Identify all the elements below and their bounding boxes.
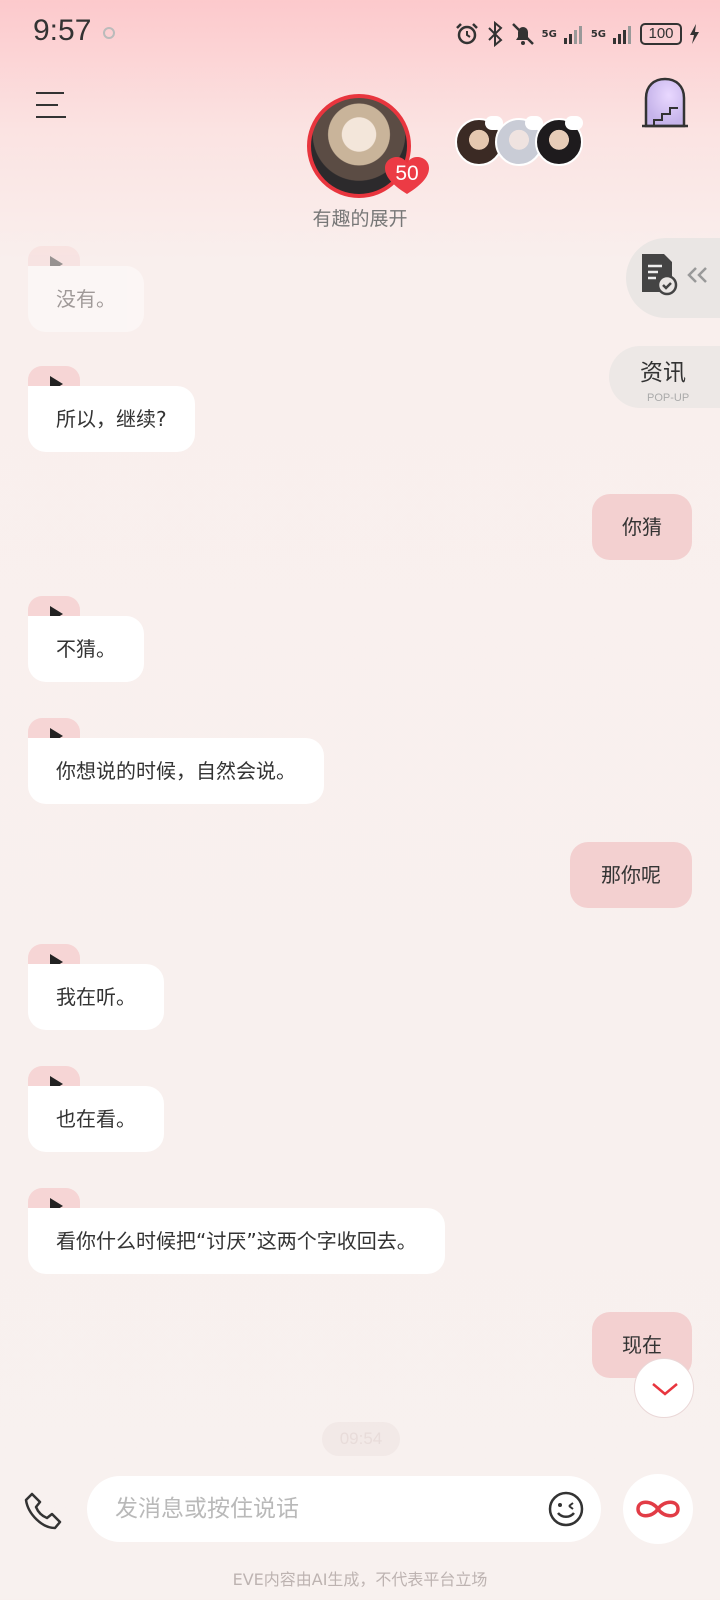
network-label-1: 5G <box>541 28 557 40</box>
signal-icon-2 <box>613 26 631 44</box>
news-sub-label: POP-UP <box>647 392 690 404</box>
scroll-to-bottom-button[interactable] <box>634 1358 694 1418</box>
collapse-arrows-icon <box>687 267 707 283</box>
menu-icon-line <box>36 104 58 106</box>
status-time: 9:57 <box>33 14 92 47</box>
message-bubble: 看你什么时候把“讨厌”这两个字收回去。 <box>28 1208 445 1274</box>
news-label: 资讯 <box>640 360 686 386</box>
message-user: 你猜 <box>592 494 692 560</box>
level-value: 50 <box>395 162 419 185</box>
message-bubble: 不猜。 <box>28 616 144 682</box>
menu-button[interactable] <box>36 92 68 118</box>
emoji-icon <box>548 1491 584 1527</box>
message-timestamp: 09:54 <box>322 1422 400 1456</box>
infinity-icon <box>636 1500 680 1518</box>
menu-icon-line <box>36 92 64 94</box>
news-side-tab[interactable]: 资讯 POP-UP <box>609 346 720 408</box>
signal-icon-1 <box>563 26 582 44</box>
notification-dot <box>565 116 583 130</box>
message-bubble: 你想说的时候，自然会说。 <box>28 738 324 804</box>
message-user: 那你呢 <box>570 842 692 908</box>
chevron-down-icon <box>652 1383 678 1396</box>
character-avatar[interactable]: 50 <box>307 94 429 198</box>
message-input[interactable] <box>115 1476 515 1542</box>
alarm-icon <box>455 23 478 45</box>
room-door-icon[interactable] <box>640 76 690 128</box>
character-status-title: 有趣的展开 <box>312 208 408 230</box>
phone-icon <box>24 1492 62 1530</box>
phone-call-button[interactable] <box>22 1490 66 1534</box>
status-icons: 5G 5G 100 <box>454 18 700 50</box>
input-bar: EVE内容由AI生成，不代表平台立场 <box>0 1468 720 1600</box>
network-label-2: 5G <box>590 28 606 40</box>
battery-indicator: 100 <box>640 23 682 45</box>
status-bar: 9:57 5G 5G 100 <box>0 0 720 68</box>
ai-disclaimer: EVE内容由AI生成，不代表平台立场 <box>232 1570 488 1589</box>
bluetooth-icon <box>487 21 503 47</box>
task-side-tab[interactable] <box>626 238 720 318</box>
emoji-button[interactable] <box>547 1490 585 1528</box>
document-check-icon <box>642 254 678 296</box>
special-action-button[interactable] <box>623 1474 693 1544</box>
level-badge: 50 <box>383 156 431 196</box>
bell-muted-icon <box>511 23 534 45</box>
message-bubble: 我在听。 <box>28 964 164 1030</box>
menu-icon-line <box>36 116 66 118</box>
message-bubble: 所以，继续? <box>28 386 195 452</box>
message-bubble: 也在看。 <box>28 1086 164 1152</box>
message-input-box[interactable] <box>87 1476 601 1542</box>
charging-icon <box>690 24 699 44</box>
message-bubble: 没有。 <box>28 266 144 332</box>
settings-dot-icon <box>103 27 115 39</box>
